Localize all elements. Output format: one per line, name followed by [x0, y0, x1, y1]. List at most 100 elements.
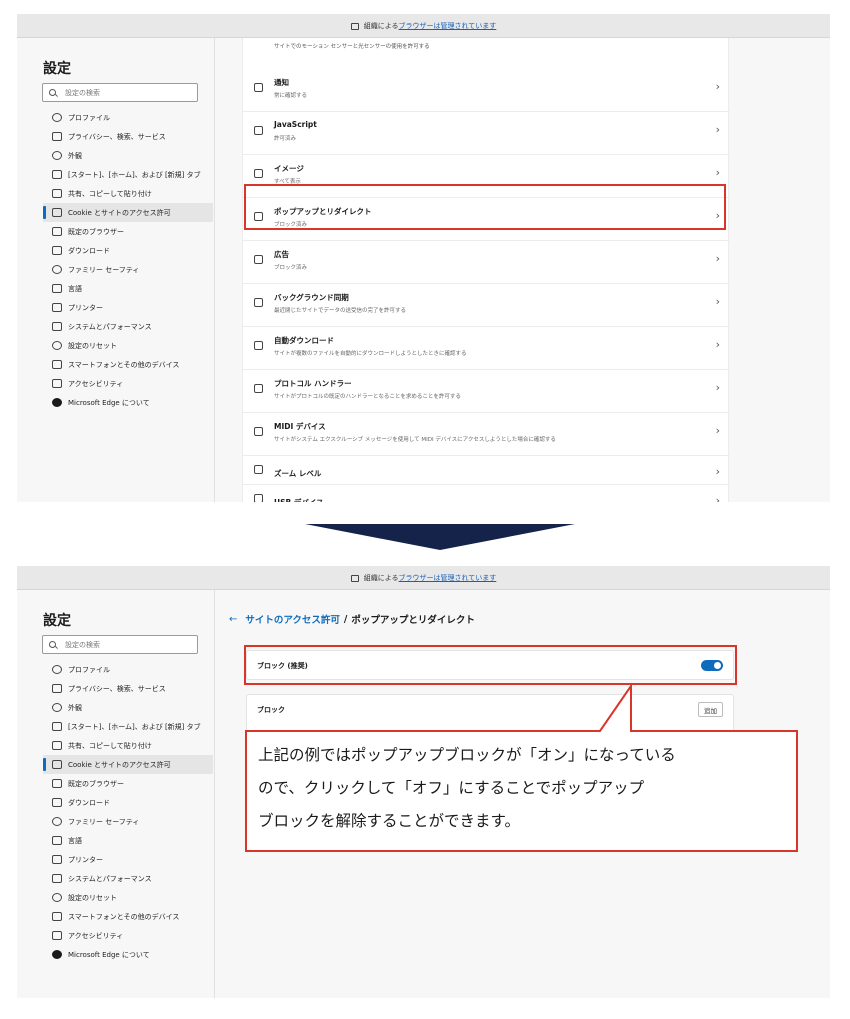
accessibility-icon [52, 931, 62, 940]
sidebar-item[interactable]: Microsoft Edge について [43, 393, 213, 412]
permission-desc: サイトがプロトコルの既定のハンドラーとなることを求めることを許可する [274, 394, 461, 400]
breadcrumb-current: ポップアップとリダイレクト [351, 615, 475, 626]
chevron-right-icon: › [715, 80, 720, 93]
appearance-icon [52, 703, 62, 712]
settings-sidebar: 設定 設定の検索 プロファイル プライバシー、検索、サービス 外観 [スタート]、[ホ… [17, 590, 214, 998]
chevron-right-icon: › [715, 494, 720, 502]
sidebar-item[interactable]: プライバシー、検索、サービス [43, 679, 213, 698]
sidebar-item-label: 共有、コピーして貼り付け [68, 741, 152, 750]
chevron-right-icon: › [715, 424, 720, 437]
sidebar-item-label: プリンター [68, 303, 103, 312]
settings-search-input[interactable]: 設定の検索 [42, 635, 198, 654]
language-icon [52, 284, 62, 293]
download-icon [52, 798, 62, 807]
edge-icon [52, 950, 62, 959]
sidebar-item[interactable]: ダウンロード [43, 241, 213, 260]
sidebar-item[interactable]: 共有、コピーして貼り付け [43, 736, 213, 755]
permission-title: 広告 [274, 250, 289, 259]
family-icon [52, 817, 62, 826]
sidebar-item-label: 外観 [68, 703, 82, 712]
sidebar-item[interactable]: ファミリー セーフティ [43, 260, 213, 279]
family-icon [52, 265, 62, 274]
sidebar-item[interactable]: [スタート]、[ホーム]、および [新規] タブ [43, 717, 213, 736]
permission-title: JavaScript [274, 120, 317, 129]
sidebar-item-label: システムとパフォーマンス [68, 874, 152, 883]
settings-screenshot-before: 組織による ブラウザーは管理されています 設定 設定の検索 プロファイル プライバシ… [17, 14, 830, 502]
sidebar-item[interactable]: プライバシー、検索、サービス [43, 127, 213, 146]
permissions-list: サイトでのモーション センサーと光センサーの使用を許可する 通知 常に確認する › J… [242, 38, 730, 502]
sidebar-item[interactable]: アクセシビリティ [43, 374, 213, 393]
permission-title: バックグラウンド同期 [274, 293, 349, 302]
down-arrow-icon [305, 524, 575, 550]
permission-title: ズーム レベル [274, 469, 322, 478]
sidebar-item[interactable]: アクセシビリティ [43, 926, 213, 945]
zoom-icon [254, 465, 263, 474]
block-recommended-label: ブロック (推奨) [257, 662, 308, 670]
sidebar-item[interactable]: スマートフォンとその他のデバイス [43, 355, 213, 374]
permission-row[interactable]: ズーム レベル › [243, 456, 730, 485]
permission-row[interactable]: 広告 ブロック済み › [243, 241, 730, 284]
permission-row[interactable]: バックグラウンド同期 最近閉じたサイトでデータの送受信の完了を許可する › [243, 284, 730, 327]
sidebar-item[interactable]: スマートフォンとその他のデバイス [43, 907, 213, 926]
sidebar-item[interactable]: [スタート]、[ホーム]、および [新規] タブ [43, 165, 213, 184]
sidebar-item[interactable]: 言語 [43, 831, 213, 850]
sidebar-item[interactable]: 言語 [43, 279, 213, 298]
sidebar-item[interactable]: システムとパフォーマンス [43, 869, 213, 888]
sidebar-item[interactable]: 外観 [43, 146, 213, 165]
accessibility-icon [52, 379, 62, 388]
block-list-label: ブロック [257, 706, 285, 714]
sidebar-item[interactable]: プリンター [43, 850, 213, 869]
sidebar-item-label: プライバシー、検索、サービス [68, 684, 166, 693]
sidebar-item[interactable]: 共有、コピーして貼り付け [43, 184, 213, 203]
sidebar-item-label: [スタート]、[ホーム]、および [新規] タブ [68, 170, 201, 179]
back-arrow-icon[interactable]: ← [229, 614, 237, 625]
language-icon [52, 836, 62, 845]
sidebar-item[interactable]: Microsoft Edge について [43, 945, 213, 964]
sidebar-item[interactable]: Cookie とサイトのアクセス許可 [43, 755, 213, 774]
settings-content: サイトでのモーション センサーと光センサーの使用を許可する 通知 常に確認する › J… [214, 38, 830, 502]
add-block-site-button[interactable]: 追加 [698, 702, 723, 717]
permission-row[interactable]: プロトコル ハンドラー サイトがプロトコルの既定のハンドラーとなることを求めること… [243, 370, 730, 413]
permission-desc: 常に確認する [274, 93, 308, 99]
callout-text: 上記の例ではポップアップブロックが「オン」になっている ので、クリックして「オフ… [258, 739, 790, 838]
phone-icon [52, 360, 62, 369]
printer-icon [52, 303, 62, 312]
edge-icon [52, 398, 62, 407]
block-popups-toggle[interactable] [701, 660, 723, 671]
sidebar-item[interactable]: プロファイル [43, 108, 213, 127]
search-icon [49, 89, 56, 96]
permission-row[interactable]: 自動ダウンロード サイトが複数のファイルを自動的にダウンロードしようとしたときに確… [243, 327, 730, 370]
breadcrumb-parent-link[interactable]: サイトのアクセス許可 [245, 612, 340, 626]
sidebar-item[interactable]: システムとパフォーマンス [43, 317, 213, 336]
permission-title: MIDI デバイス [274, 422, 326, 431]
settings-search-input[interactable]: 設定の検索 [42, 83, 198, 102]
permission-row[interactable]: USB デバイス › [243, 485, 730, 502]
sidebar-item[interactable]: ファミリー セーフティ [43, 812, 213, 831]
sidebar-item[interactable]: プロファイル [43, 660, 213, 679]
system-icon [52, 874, 62, 883]
permission-row[interactable]: 通知 常に確認する › [243, 69, 730, 112]
sidebar-item[interactable]: プリンター [43, 298, 213, 317]
settings-sidebar: 設定 設定の検索 プロファイル プライバシー、検索、サービス 外観 [スタート]、[ホ… [17, 38, 214, 502]
permission-row[interactable]: MIDI デバイス サイトがシステム エクスクルーシブ メッセージを使用して MI… [243, 413, 730, 456]
sidebar-item-label: [スタート]、[ホーム]、および [新規] タブ [68, 722, 201, 731]
sidebar-item[interactable]: 設定のリセット [43, 888, 213, 907]
sidebar-item-label: 共有、コピーして貼り付け [68, 189, 152, 198]
sidebar-item[interactable]: Cookie とサイトのアクセス許可 [43, 203, 213, 222]
sidebar-item-label: ダウンロード [68, 246, 110, 255]
sidebar-item[interactable]: 設定のリセット [43, 336, 213, 355]
chevron-right-icon: › [715, 381, 720, 394]
sidebar-item[interactable]: 既定のブラウザー [43, 774, 213, 793]
sidebar-item[interactable]: ダウンロード [43, 793, 213, 812]
callout-line-2: ので、クリックして「オフ」にすることでポップアップ [258, 779, 645, 797]
managed-link[interactable]: ブラウザーは管理されています [399, 21, 497, 31]
permission-row[interactable]: JavaScript 許可済み › [243, 112, 730, 155]
sidebar-item-label: 言語 [68, 284, 82, 293]
managed-link[interactable]: ブラウザーは管理されています [399, 573, 497, 583]
sidebar-item[interactable]: 既定のブラウザー [43, 222, 213, 241]
permission-desc: ブロック済み [274, 265, 308, 271]
printer-icon [52, 855, 62, 864]
midi-icon [254, 427, 263, 436]
protocol-icon [254, 384, 263, 393]
sidebar-item[interactable]: 外観 [43, 698, 213, 717]
